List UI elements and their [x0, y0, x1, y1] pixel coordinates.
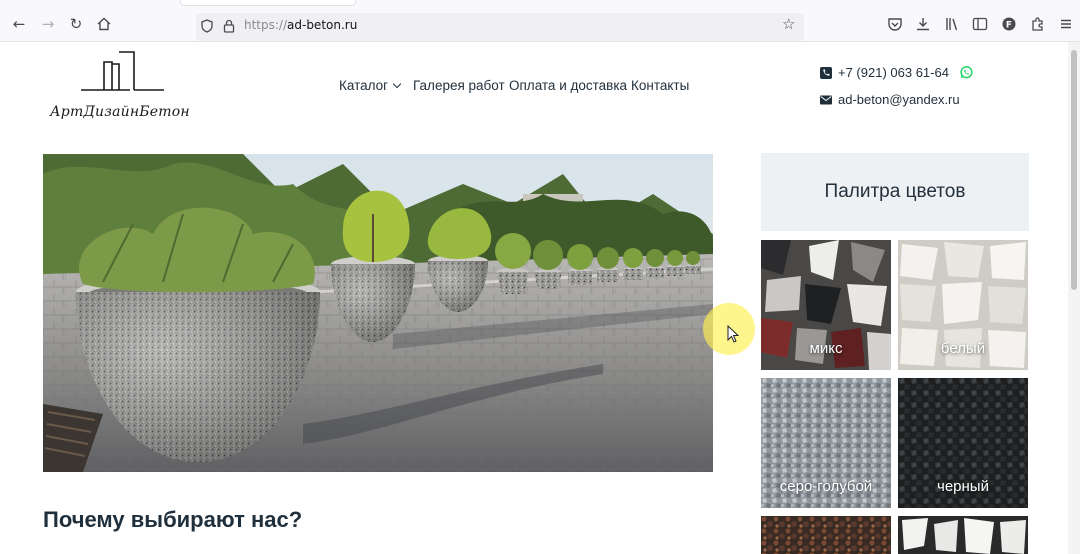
palette-swatch-black[interactable]: черный	[898, 378, 1028, 508]
forward-icon[interactable]: →	[38, 14, 58, 34]
active-tab[interactable]	[180, 0, 356, 6]
palette-swatch-white[interactable]: белый	[898, 240, 1028, 370]
phone-icon	[820, 66, 832, 79]
swatch-label: серо-голубой	[779, 478, 873, 495]
sidebar-icon[interactable]	[972, 16, 988, 32]
envelope-icon	[820, 95, 832, 104]
back-icon[interactable]: ←	[9, 14, 29, 34]
browser-toolbar: ← → ↻ https://ad-beton.ru ☆ F	[0, 0, 1080, 42]
email-row[interactable]: ad-beton@yandex.ru	[820, 92, 960, 107]
nav-item-contacts[interactable]: Контакты	[631, 78, 689, 93]
lock-icon[interactable]	[222, 19, 236, 33]
hero-image	[43, 154, 713, 472]
nav-item-gallery[interactable]: Галерея работ	[413, 78, 505, 93]
swatch-label: белый	[940, 340, 986, 357]
page-scrollbar[interactable]	[1068, 42, 1080, 554]
swatch-label: черный	[937, 478, 989, 495]
email-address: ad-beton@yandex.ru	[838, 92, 960, 107]
reload-icon[interactable]: ↻	[66, 14, 86, 34]
whatsapp-icon[interactable]	[960, 66, 973, 79]
swatch-label: микс	[809, 340, 843, 357]
nav-item-label: Оплата и доставка	[509, 78, 628, 93]
palette-swatch-grey-blue[interactable]: серо-голубой	[761, 378, 891, 508]
mouse-cursor-icon	[727, 325, 739, 343]
nav-item-label: Контакты	[631, 78, 690, 93]
tracking-shield-icon[interactable]	[200, 19, 214, 33]
scrollbar-thumb[interactable]	[1071, 50, 1077, 290]
palette-swatch-white-pebble[interactable]	[898, 516, 1028, 554]
palette-title: Палитра цветов	[824, 181, 966, 202]
stone-white-pebble-texture-icon	[898, 516, 1028, 554]
palette-header: Палитра цветов	[761, 153, 1029, 231]
library-icon[interactable]	[944, 16, 960, 32]
section-title-why-us: Почему выбирают нас?	[43, 507, 303, 532]
downloads-icon[interactable]	[915, 16, 931, 32]
svg-text:F: F	[1006, 21, 1012, 31]
stone-brown-texture-icon	[761, 516, 891, 554]
url-host: ad-beton.ru	[287, 18, 358, 32]
phone-row[interactable]: +7 (921) 063 61-64	[820, 65, 973, 80]
phone-number: +7 (921) 063 61-64	[838, 65, 949, 80]
nav-item-catalog[interactable]: Каталог	[339, 78, 402, 93]
nav-item-payment-delivery[interactable]: Оплата и доставка	[509, 78, 627, 93]
url-scheme: https://	[244, 18, 288, 32]
url-text[interactable]: https://ad-beton.ru	[244, 18, 357, 32]
nav-item-label: Галерея работ	[413, 78, 505, 93]
account-avatar-icon[interactable]: F	[1001, 16, 1017, 32]
palette-swatch-mix[interactable]: микс	[761, 240, 891, 370]
planters-photo-icon	[43, 154, 713, 472]
palette-swatch-brown[interactable]	[761, 516, 891, 554]
logo-text[interactable]: АртДизайнБетон	[50, 104, 190, 120]
bookmark-star-icon[interactable]: ☆	[782, 15, 795, 33]
menu-icon[interactable]	[1058, 16, 1074, 32]
home-icon[interactable]	[94, 14, 114, 34]
extensions-icon[interactable]	[1030, 16, 1046, 32]
pocket-icon[interactable]	[887, 16, 903, 32]
nav-item-label: Каталог	[339, 78, 389, 93]
chevron-down-icon	[392, 79, 402, 89]
